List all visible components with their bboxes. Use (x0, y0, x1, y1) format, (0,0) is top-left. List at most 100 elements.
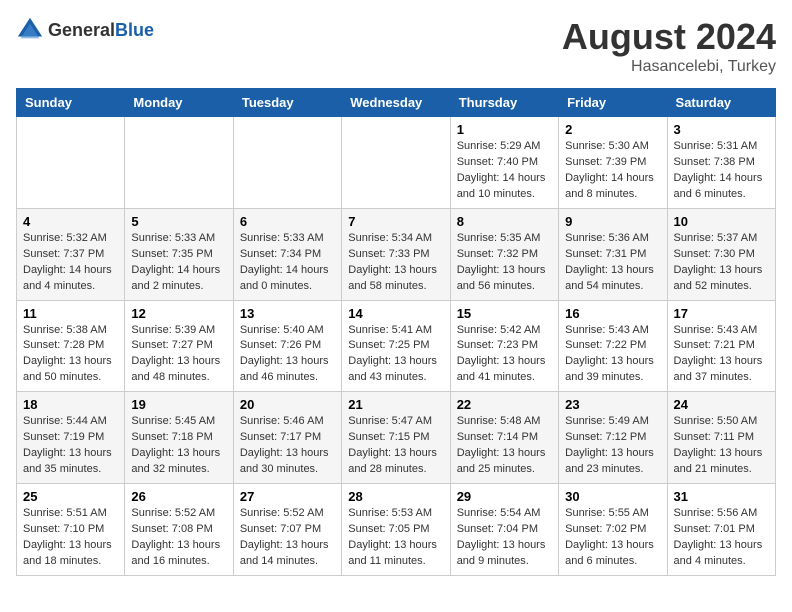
calendar-day-cell: 1 Sunrise: 5:29 AM Sunset: 7:40 PM Daylig… (450, 117, 558, 209)
day-info: Sunrise: 5:53 AM Sunset: 7:05 PM Dayligh… (348, 506, 443, 570)
calendar-day-cell (342, 117, 450, 209)
calendar-day-cell: 19 Sunrise: 5:45 AM Sunset: 7:18 PM Dayli… (125, 392, 233, 484)
day-info: Sunrise: 5:30 AM Sunset: 7:39 PM Dayligh… (565, 139, 660, 203)
day-info: Sunrise: 5:35 AM Sunset: 7:32 PM Dayligh… (457, 231, 552, 295)
day-of-week-header: Thursday (450, 89, 558, 117)
day-info: Sunrise: 5:52 AM Sunset: 7:08 PM Dayligh… (131, 506, 226, 570)
calendar-table: SundayMondayTuesdayWednesdayThursdayFrid… (16, 88, 776, 576)
calendar-day-cell: 11 Sunrise: 5:38 AM Sunset: 7:28 PM Dayli… (17, 300, 125, 392)
calendar-day-cell: 29 Sunrise: 5:54 AM Sunset: 7:04 PM Dayli… (450, 484, 558, 576)
day-number: 12 (131, 306, 226, 321)
calendar-day-cell: 26 Sunrise: 5:52 AM Sunset: 7:08 PM Dayli… (125, 484, 233, 576)
day-of-week-header: Friday (559, 89, 667, 117)
day-of-week-header: Sunday (17, 89, 125, 117)
calendar-day-cell: 15 Sunrise: 5:42 AM Sunset: 7:23 PM Dayli… (450, 300, 558, 392)
day-info: Sunrise: 5:40 AM Sunset: 7:26 PM Dayligh… (240, 323, 335, 387)
day-info: Sunrise: 5:50 AM Sunset: 7:11 PM Dayligh… (674, 414, 769, 478)
calendar-day-cell: 5 Sunrise: 5:33 AM Sunset: 7:35 PM Daylig… (125, 208, 233, 300)
day-number: 2 (565, 122, 660, 137)
day-info: Sunrise: 5:32 AM Sunset: 7:37 PM Dayligh… (23, 231, 118, 295)
day-number: 13 (240, 306, 335, 321)
calendar-day-cell: 25 Sunrise: 5:51 AM Sunset: 7:10 PM Dayli… (17, 484, 125, 576)
day-number: 19 (131, 397, 226, 412)
day-of-week-header: Wednesday (342, 89, 450, 117)
calendar-day-cell: 6 Sunrise: 5:33 AM Sunset: 7:34 PM Daylig… (233, 208, 341, 300)
day-number: 11 (23, 306, 118, 321)
day-info: Sunrise: 5:44 AM Sunset: 7:19 PM Dayligh… (23, 414, 118, 478)
day-of-week-header: Saturday (667, 89, 775, 117)
calendar-day-cell (17, 117, 125, 209)
calendar-day-cell: 20 Sunrise: 5:46 AM Sunset: 7:17 PM Dayli… (233, 392, 341, 484)
day-info: Sunrise: 5:51 AM Sunset: 7:10 PM Dayligh… (23, 506, 118, 570)
day-info: Sunrise: 5:47 AM Sunset: 7:15 PM Dayligh… (348, 414, 443, 478)
calendar-day-cell: 27 Sunrise: 5:52 AM Sunset: 7:07 PM Dayli… (233, 484, 341, 576)
calendar-day-cell: 10Sunrise: 5:37 AM Sunset: 7:30 PM Dayli… (667, 208, 775, 300)
calendar-body: 1 Sunrise: 5:29 AM Sunset: 7:40 PM Daylig… (17, 117, 776, 576)
calendar-day-cell: 4 Sunrise: 5:32 AM Sunset: 7:37 PM Daylig… (17, 208, 125, 300)
day-info: Sunrise: 5:37 AM Sunset: 7:30 PM Dayligh… (674, 231, 769, 295)
day-number: 30 (565, 489, 660, 504)
day-number: 5 (131, 214, 226, 229)
calendar-day-cell: 2 Sunrise: 5:30 AM Sunset: 7:39 PM Daylig… (559, 117, 667, 209)
day-info: Sunrise: 5:45 AM Sunset: 7:18 PM Dayligh… (131, 414, 226, 478)
page-header: GeneralBlue August 2024 Hasancelebi, Tur… (16, 16, 776, 76)
day-info: Sunrise: 5:42 AM Sunset: 7:23 PM Dayligh… (457, 323, 552, 387)
day-info: Sunrise: 5:48 AM Sunset: 7:14 PM Dayligh… (457, 414, 552, 478)
logo: GeneralBlue (16, 16, 154, 44)
day-info: Sunrise: 5:49 AM Sunset: 7:12 PM Dayligh… (565, 414, 660, 478)
day-info: Sunrise: 5:29 AM Sunset: 7:40 PM Dayligh… (457, 139, 552, 203)
title-area: August 2024 Hasancelebi, Turkey (562, 16, 776, 76)
calendar-day-cell: 24 Sunrise: 5:50 AM Sunset: 7:11 PM Dayli… (667, 392, 775, 484)
day-info: Sunrise: 5:46 AM Sunset: 7:17 PM Dayligh… (240, 414, 335, 478)
calendar-day-cell: 18 Sunrise: 5:44 AM Sunset: 7:19 PM Dayli… (17, 392, 125, 484)
day-number: 29 (457, 489, 552, 504)
calendar-header-row: SundayMondayTuesdayWednesdayThursdayFrid… (17, 89, 776, 117)
month-year: August 2024 (562, 16, 776, 58)
calendar-week-row: 18 Sunrise: 5:44 AM Sunset: 7:19 PM Dayli… (17, 392, 776, 484)
calendar-day-cell: 3Sunrise: 5:31 AM Sunset: 7:38 PM Daylig… (667, 117, 775, 209)
day-number: 16 (565, 306, 660, 321)
day-info: Sunrise: 5:34 AM Sunset: 7:33 PM Dayligh… (348, 231, 443, 295)
day-number: 15 (457, 306, 552, 321)
day-number: 22 (457, 397, 552, 412)
day-info: Sunrise: 5:38 AM Sunset: 7:28 PM Dayligh… (23, 323, 118, 387)
day-number: 17 (674, 306, 769, 321)
day-info: Sunrise: 5:43 AM Sunset: 7:21 PM Dayligh… (674, 323, 769, 387)
calendar-week-row: 25 Sunrise: 5:51 AM Sunset: 7:10 PM Dayli… (17, 484, 776, 576)
day-number: 25 (23, 489, 118, 504)
day-info: Sunrise: 5:39 AM Sunset: 7:27 PM Dayligh… (131, 323, 226, 387)
calendar-day-cell: 12 Sunrise: 5:39 AM Sunset: 7:27 PM Dayli… (125, 300, 233, 392)
logo-blue: Blue (115, 20, 154, 40)
calendar-week-row: 11 Sunrise: 5:38 AM Sunset: 7:28 PM Dayli… (17, 300, 776, 392)
day-info: Sunrise: 5:52 AM Sunset: 7:07 PM Dayligh… (240, 506, 335, 570)
calendar-day-cell: 23 Sunrise: 5:49 AM Sunset: 7:12 PM Dayli… (559, 392, 667, 484)
day-number: 8 (457, 214, 552, 229)
day-number: 27 (240, 489, 335, 504)
day-number: 23 (565, 397, 660, 412)
day-number: 6 (240, 214, 335, 229)
day-of-week-header: Monday (125, 89, 233, 117)
day-info: Sunrise: 5:31 AM Sunset: 7:38 PM Dayligh… (674, 139, 769, 203)
day-number: 4 (23, 214, 118, 229)
calendar-day-cell: 17 Sunrise: 5:43 AM Sunset: 7:21 PM Dayli… (667, 300, 775, 392)
day-info: Sunrise: 5:54 AM Sunset: 7:04 PM Dayligh… (457, 506, 552, 570)
calendar-day-cell: 14Sunrise: 5:41 AM Sunset: 7:25 PM Dayli… (342, 300, 450, 392)
day-info: Sunrise: 5:33 AM Sunset: 7:34 PM Dayligh… (240, 231, 335, 295)
logo-text: GeneralBlue (48, 20, 154, 41)
calendar-day-cell: 21Sunrise: 5:47 AM Sunset: 7:15 PM Dayli… (342, 392, 450, 484)
day-info: Sunrise: 5:33 AM Sunset: 7:35 PM Dayligh… (131, 231, 226, 295)
day-number: 26 (131, 489, 226, 504)
day-number: 9 (565, 214, 660, 229)
day-number: 20 (240, 397, 335, 412)
calendar-day-cell (125, 117, 233, 209)
day-number: 1 (457, 122, 552, 137)
day-number: 24 (674, 397, 769, 412)
calendar-day-cell: 28Sunrise: 5:53 AM Sunset: 7:05 PM Dayli… (342, 484, 450, 576)
day-number: 18 (23, 397, 118, 412)
calendar-day-cell (233, 117, 341, 209)
location: Hasancelebi, Turkey (562, 58, 776, 76)
calendar-day-cell: 22 Sunrise: 5:48 AM Sunset: 7:14 PM Dayli… (450, 392, 558, 484)
day-info: Sunrise: 5:41 AM Sunset: 7:25 PM Dayligh… (348, 323, 443, 387)
day-of-week-header: Tuesday (233, 89, 341, 117)
day-info: Sunrise: 5:43 AM Sunset: 7:22 PM Dayligh… (565, 323, 660, 387)
